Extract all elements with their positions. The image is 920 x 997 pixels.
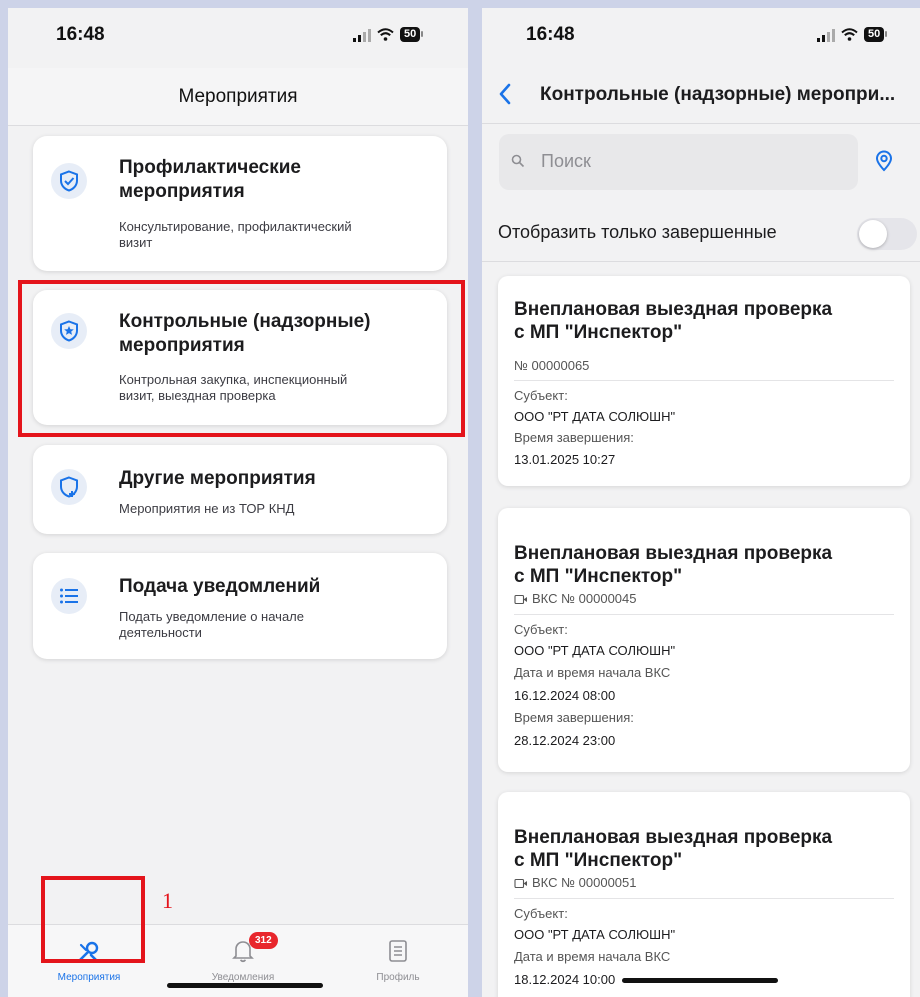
completed-filter-row: Отобразить только завершенные <box>482 206 920 258</box>
card-title: Другие мероприятия <box>119 468 316 489</box>
card-title: Профилактические мероприятия <box>119 157 301 202</box>
divider <box>514 898 894 899</box>
signal-icon <box>353 28 371 42</box>
event-title: Внеплановая выездная проверка с МП "Инспе… <box>514 299 833 343</box>
tab-label: Профиль <box>376 972 420 983</box>
notification-badge: 312 <box>249 932 278 949</box>
highlight-frame-events-tab <box>41 876 145 963</box>
toggle-label: Отобразить только завершенные <box>498 222 777 242</box>
page-title: Мероприятия <box>8 68 468 126</box>
card-notifications-submission[interactable]: Подача уведомлений Подать уведомление о … <box>33 553 447 659</box>
status-bar: 16:48 50 <box>482 8 920 68</box>
completed-only-toggle[interactable] <box>857 218 917 250</box>
status-icons: 50 <box>353 27 424 42</box>
shield-check-icon <box>51 163 87 199</box>
event-number: ВКС № 00000045 <box>532 591 637 606</box>
search-icon <box>511 154 525 168</box>
subject-label: Субъект: <box>514 906 568 921</box>
card-title: Подача уведомлений <box>119 576 321 597</box>
location-pin-icon[interactable] <box>874 150 894 172</box>
card-subtitle: Подать уведомление о начале деятельности <box>119 609 304 640</box>
battery-icon: 50 <box>864 27 888 42</box>
end-time-label: Время завершения: <box>514 430 634 445</box>
event-card[interactable]: Внеплановая выездная проверка с МП "Инспе… <box>498 792 910 997</box>
home-indicator <box>622 978 778 983</box>
back-chevron-icon[interactable] <box>498 82 512 106</box>
subject-value: ООО "РТ ДАТА СОЛЮШН" <box>514 927 676 942</box>
vks-start-value: 18.12.2024 10:00 <box>514 972 616 987</box>
event-card[interactable]: Внеплановая выездная проверка с МП "Инспе… <box>498 508 910 772</box>
subject-label: Субъект: <box>514 622 568 637</box>
event-number: ВКС № 00000051 <box>532 875 637 890</box>
signal-icon <box>817 28 835 42</box>
document-list-icon <box>389 940 407 962</box>
subject-value: ООО "РТ ДАТА СОЛЮШН" <box>514 643 676 658</box>
event-title: Внеплановая выездная проверка с МП "Инспе… <box>514 827 833 871</box>
tab-profile[interactable]: Профиль <box>338 925 458 997</box>
wifi-icon <box>377 28 394 41</box>
card-subtitle: Мероприятия не из ТОР КНД <box>119 501 295 516</box>
status-icons: 50 <box>817 27 888 42</box>
event-title: Внеплановая выездная проверка с МП "Инспе… <box>514 543 833 587</box>
video-call-icon <box>514 594 527 605</box>
vks-start-label: Дата и время начала ВКС <box>514 665 671 680</box>
shield-plus-icon <box>51 469 87 505</box>
end-time-label: Время завершения: <box>514 710 634 725</box>
list-icon <box>51 578 87 614</box>
tab-label: Уведомления <box>211 972 275 983</box>
card-subtitle: Консультирование, профилактический визит <box>119 219 352 250</box>
status-time: 16:48 <box>526 24 575 45</box>
battery-icon: 50 <box>400 27 424 42</box>
card-preventive-events[interactable]: Профилактические мероприятия Консультиров… <box>33 136 447 271</box>
event-card[interactable]: Внеплановая выездная проверка с МП "Инспе… <box>498 276 910 486</box>
search-placeholder: Поиск <box>541 151 591 171</box>
status-time: 16:48 <box>56 24 105 45</box>
subject-label: Субъект: <box>514 388 568 403</box>
highlight-frame-control-events <box>18 280 465 437</box>
end-time-value: 28.12.2024 23:00 <box>514 733 616 748</box>
card-other-events[interactable]: Другие мероприятия Мероприятия не из ТОР… <box>33 445 447 534</box>
home-indicator <box>167 983 323 988</box>
divider <box>514 380 894 381</box>
subject-value: ООО "РТ ДАТА СОЛЮШН" <box>514 409 676 424</box>
annotation-marker-1: 1 <box>162 888 173 913</box>
end-time-value: 13.01.2025 10:27 <box>514 452 616 467</box>
tab-label: Мероприятия <box>57 972 121 983</box>
divider <box>482 261 920 262</box>
right-phone-screen: 16:48 50 Контрольные (надзорные) меропри… <box>482 8 920 997</box>
status-bar: 16:48 50 <box>8 8 468 68</box>
vks-start-value: 16.12.2024 08:00 <box>514 688 616 703</box>
divider <box>514 614 894 615</box>
wifi-icon <box>841 28 858 41</box>
toggle-knob <box>859 220 887 248</box>
search-input[interactable]: Поиск <box>499 134 858 190</box>
screen-title: Контрольные (надзорные) меропри... <box>540 84 896 105</box>
event-number: № 00000065 <box>514 358 590 373</box>
navigation-bar: Контрольные (надзорные) меропри... <box>482 68 920 124</box>
vks-start-label: Дата и время начала ВКС <box>514 949 671 964</box>
video-call-icon <box>514 878 527 889</box>
left-phone-screen: 16:48 50 Мероприятия Профилактические мер… <box>8 8 468 997</box>
